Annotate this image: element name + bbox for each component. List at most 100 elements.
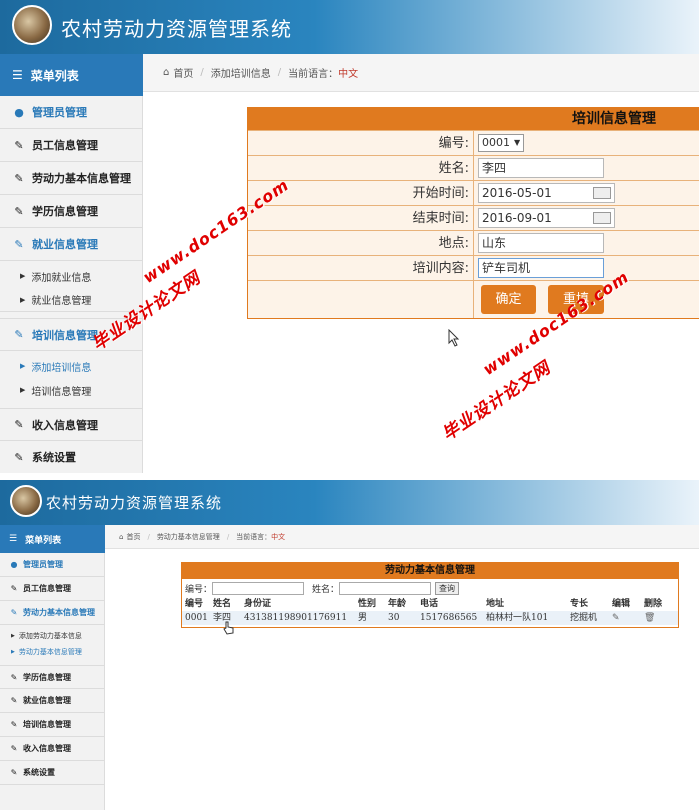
sidebar-item-education[interactable]: ✎ 学历信息管理 bbox=[0, 665, 105, 689]
sidebar-item-settings[interactable]: ✎ 系统设置 bbox=[0, 761, 105, 785]
cell-skill: 挖掘机 bbox=[570, 613, 598, 623]
cell-age: 30 bbox=[388, 613, 400, 623]
edit-icon[interactable]: ✎ bbox=[612, 611, 644, 625]
breadcrumb: ⌂ 首页 / 劳动力基本信息管理 / 当前语言： 中文 bbox=[105, 525, 699, 549]
sidebar-item-income[interactable]: ✎ 收入信息管理 bbox=[0, 737, 105, 761]
calendar-icon[interactable] bbox=[593, 187, 611, 199]
sidebar-item-income[interactable]: ✎ 收入信息管理 bbox=[0, 408, 143, 441]
caret-right-icon: ▶ bbox=[11, 633, 15, 639]
sidebar-sub-manage-training[interactable]: ▶ 培训信息管理 bbox=[0, 378, 143, 402]
edit-icon: ✎ bbox=[14, 450, 24, 464]
column-header: 姓名 bbox=[213, 599, 232, 609]
calendar-icon[interactable] bbox=[593, 212, 611, 224]
form-row-id: 编号: 0001 ▼ bbox=[248, 130, 699, 155]
name-input[interactable]: 李四 bbox=[478, 158, 604, 178]
cell-address: 柏林村一队101 bbox=[486, 613, 549, 623]
sidebar-sub-manage-labor[interactable]: ▶ 劳动力基本信息管理 bbox=[0, 644, 105, 660]
menu-header: ☰ 菜单列表 bbox=[0, 54, 143, 96]
breadcrumb-page[interactable]: 劳动力基本信息管理 bbox=[157, 532, 220, 542]
sidebar-item-employment[interactable]: ✎ 就业信息管理 bbox=[0, 228, 143, 261]
caret-right-icon: ▶ bbox=[20, 272, 26, 280]
column-header: 年龄 bbox=[388, 599, 407, 609]
form-row-location: 地点: 山东 bbox=[248, 230, 699, 255]
caret-right-icon: ▶ bbox=[11, 649, 15, 655]
sidebar-sub-add-labor[interactable]: ▶ 添加劳动力基本信息 bbox=[0, 628, 105, 644]
app-header: 农村劳动力资源管理系统 bbox=[0, 0, 699, 54]
home-icon: ⌂ bbox=[119, 532, 124, 541]
form-title: 培训信息管理 bbox=[248, 108, 699, 130]
breadcrumb-home[interactable]: 首页 bbox=[173, 65, 193, 80]
sidebar-item-employee[interactable]: ✎ 员工信息管理 bbox=[0, 577, 105, 601]
user-icon: ● bbox=[14, 105, 24, 119]
edit-icon: ✎ bbox=[14, 237, 24, 251]
sidebar-item-education[interactable]: ✎ 学历信息管理 bbox=[0, 195, 143, 228]
sidebar-item-admin[interactable]: ● 管理员管理 bbox=[0, 553, 105, 577]
content-input[interactable]: 铲车司机 bbox=[478, 258, 604, 278]
search-bar: 编号： 姓名： 查询 bbox=[182, 579, 678, 597]
breadcrumb-page[interactable]: 添加培训信息 bbox=[211, 65, 271, 80]
app-title: 农村劳动力资源管理系统 bbox=[46, 494, 223, 512]
caret-right-icon: ▶ bbox=[20, 362, 26, 370]
location-input[interactable]: 山东 bbox=[478, 233, 604, 253]
hand-cursor-icon bbox=[223, 621, 234, 635]
cell-id: 0001 bbox=[185, 613, 208, 623]
sidebar-item-admin[interactable]: ● 管理员管理 bbox=[0, 96, 143, 129]
breadcrumb-lang-label: 当前语言： bbox=[236, 532, 272, 541]
search-id-input[interactable] bbox=[212, 581, 305, 595]
sidebar: ☰ 菜单列表 ● 管理员管理 ✎ 员工信息管理 ✎ 劳动力基本信息管理 ✎ 学历信息管理 … bbox=[0, 54, 143, 473]
sidebar-item-employment[interactable]: ✎ 就业信息管理 bbox=[0, 689, 105, 713]
sidebar-item-labor[interactable]: ✎ 劳动力基本信息管理 bbox=[0, 601, 105, 625]
table-title: 劳动力基本信息管理 bbox=[182, 563, 678, 579]
table-row[interactable]: 0001 李四 431381198901176911 男 30 15176865… bbox=[182, 611, 678, 625]
edit-icon: ✎ bbox=[10, 744, 18, 753]
field-label: 地点: bbox=[248, 231, 474, 255]
breadcrumb-separator: / bbox=[277, 67, 282, 78]
search-name-input[interactable] bbox=[339, 581, 432, 595]
breadcrumb-lang-value: 中文 bbox=[338, 69, 359, 80]
user-icon: ● bbox=[10, 560, 18, 569]
search-button[interactable]: 查询 bbox=[435, 581, 460, 595]
search-id-label: 编号： bbox=[185, 584, 213, 595]
edit-icon: ✎ bbox=[14, 171, 24, 185]
logo bbox=[10, 485, 42, 517]
column-header: 编辑 bbox=[612, 599, 631, 609]
cell-gender: 男 bbox=[358, 613, 368, 623]
form-row-start: 开始时间: 2016-05-01 bbox=[248, 180, 699, 205]
panel-labor-info: 农村劳动力资源管理系统 ☰ 菜单列表 ● 管理员管理 ✎ 员工信息管理 ✎ 劳动力基本信… bbox=[0, 480, 699, 810]
trash-icon[interactable]: 🗑 bbox=[644, 611, 674, 625]
breadcrumb-separator: / bbox=[200, 67, 204, 78]
column-header: 地址 bbox=[486, 599, 505, 609]
edit-icon: ✎ bbox=[10, 696, 18, 705]
edit-icon: ✎ bbox=[10, 584, 18, 593]
sidebar-item-labor[interactable]: ✎ 劳动力基本信息管理 bbox=[0, 162, 143, 195]
confirm-button[interactable]: 确定 bbox=[481, 285, 536, 314]
column-header: 电话 bbox=[420, 599, 439, 609]
breadcrumb-separator: / bbox=[226, 532, 230, 541]
sidebar-sub-manage-employment[interactable]: ▶ 就业信息管理 bbox=[0, 288, 143, 312]
start-date-input[interactable]: 2016-05-01 bbox=[478, 183, 615, 203]
id-select[interactable]: 0001 ▼ bbox=[478, 134, 525, 152]
end-date-input[interactable]: 2016-09-01 bbox=[478, 208, 615, 228]
breadcrumb-home[interactable]: 首页 bbox=[126, 532, 140, 542]
sidebar-item-settings[interactable]: ✎ 系统设置 bbox=[0, 441, 143, 473]
table-header-row: 编号 姓名 身份证 性别 年龄 电话 地址 专长 编辑 删除 bbox=[182, 597, 678, 611]
sidebar-sub-add-employment[interactable]: ▶ 添加就业信息 bbox=[0, 264, 143, 288]
sidebar-item-training[interactable]: ✎ 培训信息管理 bbox=[0, 713, 105, 737]
edit-icon: ✎ bbox=[10, 608, 18, 617]
training-form: 培训信息管理 编号: 0001 ▼ 姓名: 李四 开始时间: 2016-05-01… bbox=[247, 107, 699, 319]
edit-icon: ✎ bbox=[10, 768, 18, 777]
form-row-buttons: 确定 重填 bbox=[248, 280, 699, 318]
column-header: 专长 bbox=[570, 599, 589, 609]
logo bbox=[12, 5, 52, 45]
edit-icon: ✎ bbox=[14, 204, 24, 218]
field-label: 结束时间: bbox=[248, 206, 474, 230]
list-icon: ☰ bbox=[9, 534, 18, 544]
mouse-cursor-icon bbox=[448, 329, 460, 347]
column-header: 身份证 bbox=[244, 599, 272, 609]
sidebar-sub-add-training[interactable]: ▶ 添加培训信息 bbox=[0, 354, 143, 378]
sidebar-item-employee[interactable]: ✎ 员工信息管理 bbox=[0, 129, 143, 162]
column-header: 编号 bbox=[185, 599, 204, 609]
edit-icon: ✎ bbox=[10, 720, 18, 729]
breadcrumb-separator: / bbox=[147, 532, 150, 541]
caret-right-icon: ▶ bbox=[20, 386, 26, 394]
